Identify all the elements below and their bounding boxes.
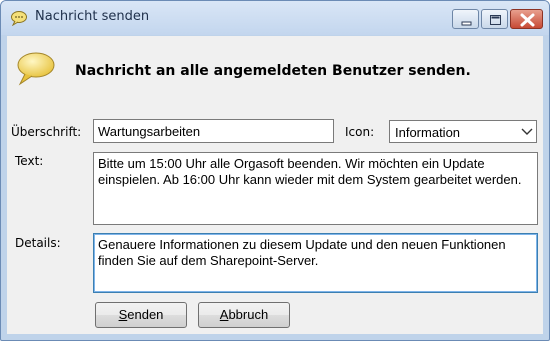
dialog-body: Nachricht an alle angemeldeten Benutzer … bbox=[7, 36, 543, 334]
subject-input[interactable] bbox=[93, 119, 334, 143]
close-button[interactable] bbox=[510, 9, 543, 29]
subject-label: Überschrift: bbox=[11, 125, 82, 139]
icon-select[interactable]: Information bbox=[389, 120, 537, 143]
icon-label: Icon: bbox=[345, 125, 375, 139]
maximize-button[interactable] bbox=[481, 9, 508, 29]
send-accelerator: S bbox=[118, 307, 128, 322]
minimize-button[interactable] bbox=[452, 9, 479, 29]
maximize-icon bbox=[490, 15, 501, 25]
text-input[interactable]: Bitte um 15:00 Uhr alle Orgasoft beenden… bbox=[93, 152, 538, 225]
send-button[interactable]: Senden bbox=[95, 302, 187, 328]
cancel-label: bbruch bbox=[228, 307, 269, 322]
speech-bubble-icon bbox=[17, 52, 55, 86]
message-dialog: Nachricht senden Nachricht an alle angem… bbox=[0, 0, 550, 341]
title-bar[interactable]: Nachricht senden bbox=[1, 1, 549, 35]
window-title: Nachricht senden bbox=[35, 9, 150, 24]
close-icon bbox=[520, 13, 535, 27]
text-label: Text: bbox=[15, 154, 44, 168]
details-input[interactable]: Genauere Informationen zu diesem Update … bbox=[93, 233, 538, 293]
minimize-icon bbox=[461, 21, 472, 26]
icon-select-value: Information bbox=[395, 125, 461, 140]
dialog-heading: Nachricht an alle angemeldeten Benutzer … bbox=[75, 63, 471, 79]
details-label: Details: bbox=[15, 236, 61, 250]
send-label: enden bbox=[127, 307, 164, 322]
chevron-down-icon bbox=[521, 128, 533, 135]
cancel-button[interactable]: Abbruch bbox=[198, 302, 290, 328]
speech-bubble-icon bbox=[11, 11, 27, 26]
